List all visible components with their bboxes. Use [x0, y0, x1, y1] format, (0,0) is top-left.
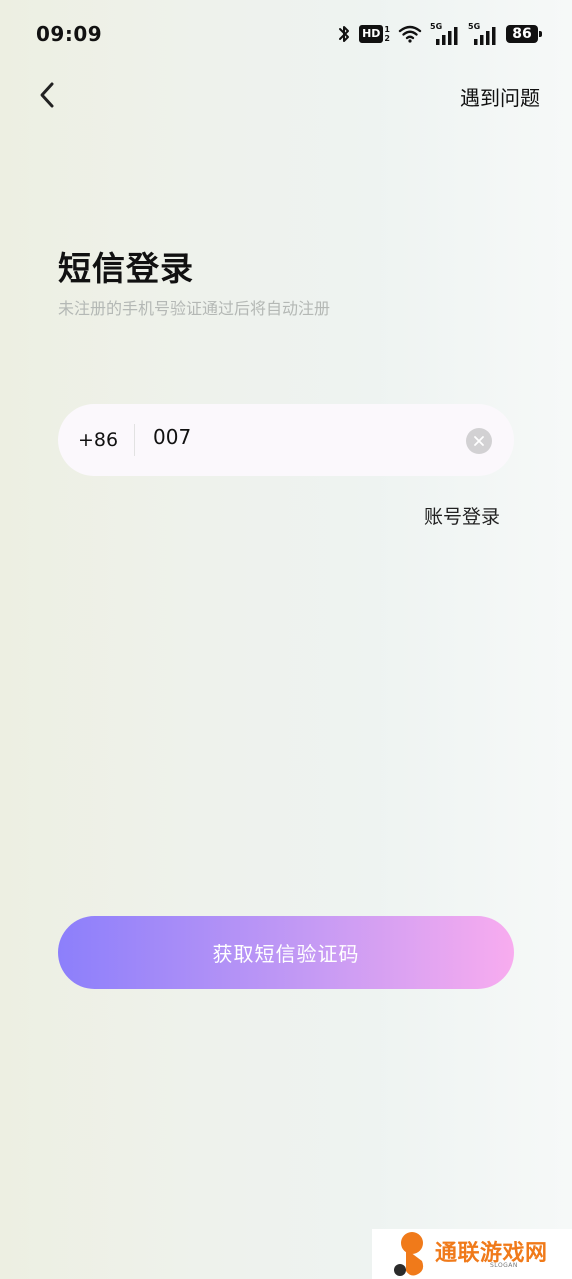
clear-input-button[interactable]: [466, 428, 492, 454]
page-title: 短信登录: [58, 249, 194, 288]
watermark-logo-icon: [394, 1232, 424, 1276]
signal-icon-sim2: 5G: [468, 22, 498, 45]
field-divider: [134, 424, 135, 456]
wifi-icon: [398, 25, 422, 43]
status-icons: HD 1 2 5G 5G 86: [337, 22, 542, 46]
phone-field: +86: [58, 404, 514, 476]
status-time: 09:09: [36, 22, 103, 46]
signal-icon-sim1: 5G: [430, 22, 460, 45]
get-sms-code-button[interactable]: 获取短信验证码: [58, 916, 514, 989]
hd-sub-bottom: 2: [384, 34, 390, 43]
page-subtitle: 未注册的手机号验证通过后将自动注册: [58, 299, 331, 318]
signal-bars-icon: [436, 27, 458, 45]
watermark-slogan: SLOGAN: [490, 1262, 518, 1269]
clear-icon: [474, 436, 484, 446]
status-bar: 09:09 HD 1 2 5G 5G 86: [0, 0, 572, 70]
phone-input[interactable]: [153, 425, 453, 449]
help-link[interactable]: 遇到问题: [460, 82, 540, 111]
hd-voice-icon: HD 1 2: [359, 24, 390, 44]
battery-level: 86: [512, 26, 532, 42]
watermark: 通联游戏网 SLOGAN: [372, 1229, 572, 1279]
chevron-left-icon: [40, 82, 54, 108]
hd-sub-top: 1: [384, 25, 390, 34]
bluetooth-icon: [339, 26, 350, 42]
hd-label: HD: [359, 25, 384, 43]
country-code-selector[interactable]: +86: [78, 429, 118, 451]
account-login-link[interactable]: 账号登录: [424, 502, 500, 529]
hd-sub: 1 2: [384, 25, 390, 43]
battery-icon: 86: [506, 25, 542, 43]
back-button[interactable]: [30, 78, 64, 112]
signal-bars-icon: [474, 27, 496, 45]
